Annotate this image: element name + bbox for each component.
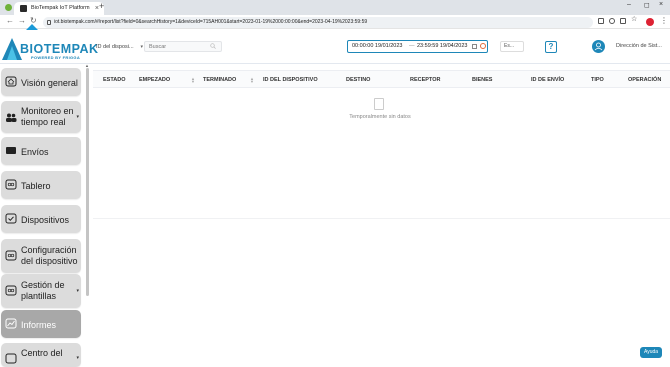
- logo-mark-icon: [2, 38, 22, 60]
- table-header: ESTADO EMPEZADO ▲ ▼ TERMINADO ▲ ▼ ID DEL D…: [93, 70, 670, 88]
- date-separator: —: [409, 43, 415, 49]
- sidebar: Visión general Monitoreo en tiempo real …: [0, 65, 92, 367]
- sort-icon[interactable]: ▲ ▼: [250, 77, 254, 84]
- sidebar-item-label-2: del dispositivo: [21, 256, 78, 266]
- biotempak-logo: BIOTEMPAK POWERED BY FRIGGA: [0, 34, 98, 62]
- sidebar-item-label: Informes: [21, 320, 57, 330]
- sidebar-item-label: Centro del: [21, 348, 63, 358]
- user-icon: [594, 42, 603, 51]
- zoom-icon[interactable]: [609, 18, 615, 24]
- home-icon: [5, 76, 17, 87]
- col-header: DESTINO: [346, 77, 371, 83]
- site-info-icon[interactable]: [47, 20, 51, 25]
- sidebar-item-label: Envíos: [21, 147, 49, 157]
- sidebar-item-dashboard[interactable]: Tablero: [1, 171, 81, 199]
- empty-state-text: Temporalmente sin datos: [349, 114, 411, 120]
- browser-tab[interactable]: BioTempak IoT Platform ×: [14, 2, 104, 15]
- empty-state-icon: [374, 98, 384, 110]
- settings-device-icon: [5, 250, 17, 261]
- col-header[interactable]: EMPEZADO: [139, 77, 170, 83]
- col-header: RECEPTOR: [410, 77, 441, 83]
- sidebar-item-center[interactable]: Centro del ▾: [1, 343, 81, 367]
- sidebar-item-label-2: tiempo real: [21, 117, 66, 127]
- dashboard-icon: [5, 179, 17, 190]
- sidebar-item-reports[interactable]: Informes: [1, 310, 81, 338]
- date-end[interactable]: 23:59:59 19/04/2023: [417, 41, 467, 52]
- language-select[interactable]: Es...: [500, 41, 524, 52]
- col-header: ID DE ENVÍO: [531, 77, 565, 83]
- browser-tab-strip: BioTempak IoT Platform × + – ◻ ×: [0, 0, 670, 15]
- key-icon[interactable]: [620, 18, 626, 24]
- sidebar-item-label: Tablero: [21, 181, 51, 191]
- sidebar-item-label: Configuración: [21, 245, 77, 255]
- col-header: ID DEL DISPOSITIVO: [263, 77, 318, 83]
- tab-search-icon[interactable]: [5, 4, 12, 11]
- sidebar-item-device-config[interactable]: Configuración del dispositivo: [1, 239, 81, 273]
- col-header: BIENES: [472, 77, 493, 83]
- col-header: TIPO: [591, 77, 604, 83]
- center-icon: [5, 353, 17, 364]
- device-id-select-label: ID del disposi...: [96, 44, 134, 50]
- truck-icon: [6, 147, 16, 154]
- check-device-icon: [5, 213, 17, 224]
- sidebar-item-label: Gestión de: [21, 280, 65, 290]
- sidebar-item-label: Monitoreo en: [21, 106, 74, 116]
- browser-toolbar: ← → ↻ iot.biotempak.com/#/report/list?fi…: [0, 15, 670, 29]
- chevron-down-icon: ▾: [76, 355, 79, 361]
- chevron-down-icon: ▾: [140, 44, 143, 50]
- sidebar-item-shipments[interactable]: Envíos: [1, 137, 81, 165]
- address-bar[interactable]: iot.biotempak.com/#/report/list?field=0&…: [43, 17, 593, 28]
- device-id-select[interactable]: ID del disposi... ▾: [96, 42, 143, 52]
- sidebar-item-devices[interactable]: Dispositivos: [1, 205, 81, 233]
- chevron-down-icon: ▾: [76, 114, 79, 120]
- minimize-icon[interactable]: –: [627, 1, 631, 8]
- maximize-icon[interactable]: ◻: [644, 1, 650, 9]
- url-text: iot.biotempak.com/#/report/list?field=0&…: [54, 19, 368, 25]
- sidebar-item-realtime[interactable]: Monitoreo en tiempo real ▾: [1, 101, 81, 133]
- col-header: ESTADO: [103, 77, 126, 83]
- clear-icon[interactable]: [480, 43, 486, 49]
- date-range-picker[interactable]: 00:00:00 19/01/2023 — 23:59:59 19/04/202…: [347, 40, 488, 53]
- chart-icon: [5, 318, 17, 329]
- browser-menu-icon[interactable]: ⋮: [660, 16, 668, 25]
- help-button[interactable]: ?: [545, 41, 557, 53]
- close-window-icon[interactable]: ×: [659, 1, 663, 8]
- user-name[interactable]: Dirección de Sist...: [616, 43, 662, 49]
- calendar-icon[interactable]: [472, 44, 477, 49]
- brand-tagline: POWERED BY FRIGGA: [31, 54, 81, 60]
- search-icon[interactable]: [210, 43, 216, 49]
- sidebar-item-label: Visión general: [21, 78, 78, 88]
- sort-icon[interactable]: ▲ ▼: [191, 77, 195, 84]
- back-icon[interactable]: ←: [6, 16, 14, 25]
- translate-icon[interactable]: [598, 18, 604, 24]
- help-chip-button[interactable]: Ayuda: [640, 347, 662, 358]
- sidebar-item-overview[interactable]: Visión general: [1, 68, 81, 96]
- tab-title: BioTempak IoT Platform: [31, 5, 90, 11]
- sidebar-item-label: Dispositivos: [21, 215, 70, 225]
- col-header: OPERACIÓN: [628, 77, 662, 83]
- language-label: Es...: [504, 43, 515, 49]
- bookmark-star-icon[interactable]: ☆: [631, 15, 637, 23]
- col-header[interactable]: TERMINADO: [203, 77, 236, 83]
- profile-avatar[interactable]: [646, 18, 654, 26]
- sidebar-item-label-2: plantillas: [21, 291, 57, 301]
- user-avatar[interactable]: [592, 40, 605, 53]
- chevron-down-icon: ▾: [76, 288, 79, 294]
- sidebar-scrollbar[interactable]: [86, 68, 89, 296]
- users-icon: [6, 113, 17, 122]
- date-start[interactable]: 00:00:00 19/01/2023: [352, 41, 402, 52]
- sidebar-item-templates[interactable]: Gestión de plantillas ▾: [1, 274, 81, 308]
- favicon-icon: [20, 5, 27, 12]
- new-tab-button[interactable]: +: [99, 1, 104, 11]
- divider: [93, 218, 670, 219]
- template-icon: [5, 285, 17, 296]
